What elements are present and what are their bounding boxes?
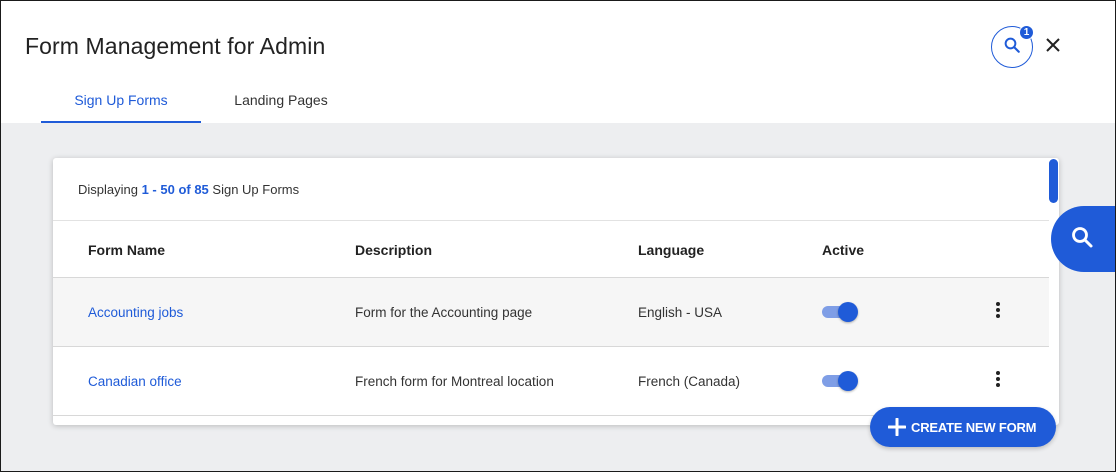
more-vertical-icon: [995, 301, 1001, 324]
table-row: Canadian office French form for Montreal…: [53, 346, 1049, 415]
column-header-language[interactable]: Language: [638, 242, 704, 258]
toggle-knob: [838, 302, 858, 322]
table-row: Accounting jobs Form for the Accounting …: [53, 277, 1049, 346]
column-header-active[interactable]: Active: [822, 242, 864, 258]
search-icon: [1003, 36, 1021, 59]
active-toggle[interactable]: [822, 302, 860, 322]
form-description: French form for Montreal location: [355, 374, 554, 389]
row-menu-button[interactable]: [989, 300, 1007, 324]
create-new-form-label: CREATE NEW FORM: [911, 419, 1037, 435]
display-suffix: Sign Up Forms: [208, 182, 300, 197]
display-prefix: Displaying: [78, 182, 142, 197]
notification-badge: 1: [1019, 25, 1034, 40]
display-count-text: Displaying 1 - 50 of 85 Sign Up Forms: [78, 182, 299, 197]
plus-icon: [888, 418, 906, 436]
search-icon: [1070, 225, 1094, 254]
tab-landing-pages[interactable]: Landing Pages: [201, 81, 361, 123]
form-name-link[interactable]: Canadian office: [88, 347, 182, 416]
close-button[interactable]: [1041, 35, 1065, 59]
page-title: Form Management for Admin: [25, 33, 326, 59]
page-header: Form Management for Admin 1 Sign Up Form…: [1, 1, 1115, 123]
forms-table-card: Displaying 1 - 50 of 85 Sign Up Forms Fo…: [53, 158, 1059, 425]
form-name-link[interactable]: Accounting jobs: [88, 278, 183, 347]
divider: [53, 220, 1049, 221]
row-menu-button[interactable]: [989, 369, 1007, 393]
app-window: Form Management for Admin 1 Sign Up Form…: [0, 0, 1116, 472]
column-header-description[interactable]: Description: [355, 242, 432, 258]
form-description: Form for the Accounting page: [355, 305, 533, 320]
tab-sign-up-forms[interactable]: Sign Up Forms: [41, 81, 201, 123]
form-language: English - USA: [638, 305, 723, 320]
column-header-form-name[interactable]: Form Name: [88, 242, 165, 258]
display-range: 1 - 50 of 85: [141, 182, 209, 197]
toggle-knob: [838, 371, 858, 391]
close-icon: [1045, 37, 1061, 58]
active-toggle[interactable]: [822, 371, 860, 391]
form-language: French (Canada): [638, 374, 741, 389]
more-vertical-icon: [995, 370, 1001, 393]
side-search-button[interactable]: [1051, 206, 1115, 272]
create-new-form-button[interactable]: CREATE NEW FORM: [870, 407, 1056, 447]
scrollbar-thumb[interactable]: [1049, 159, 1058, 203]
